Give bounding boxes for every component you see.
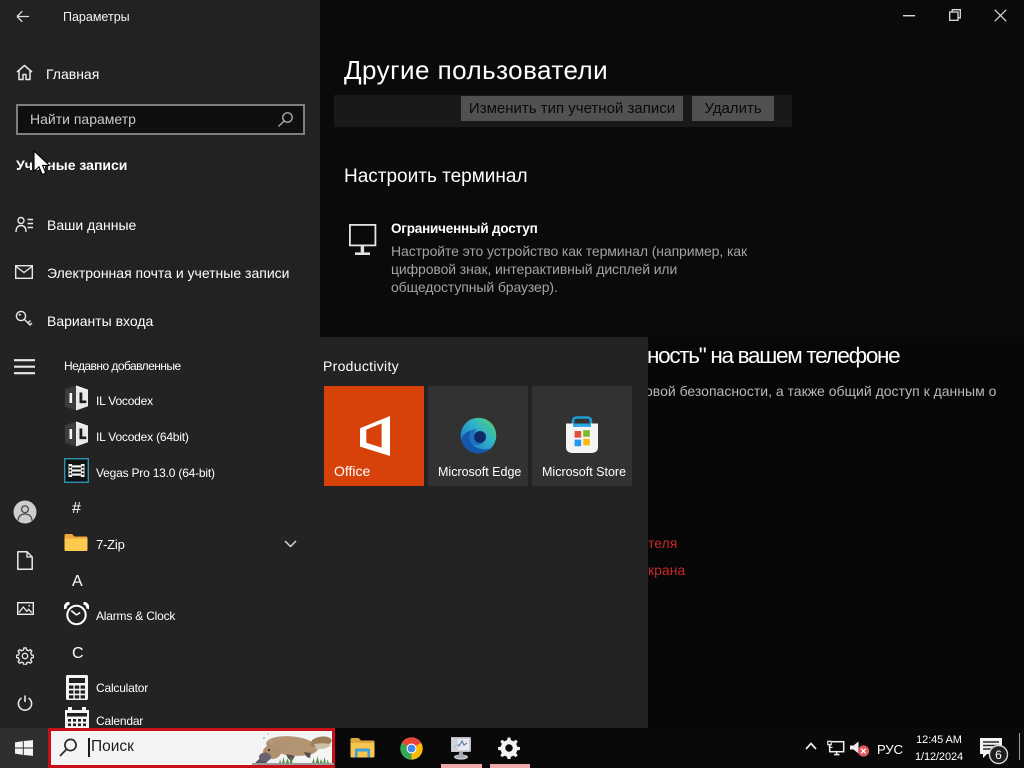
svg-text:6: 6: [995, 748, 1002, 762]
